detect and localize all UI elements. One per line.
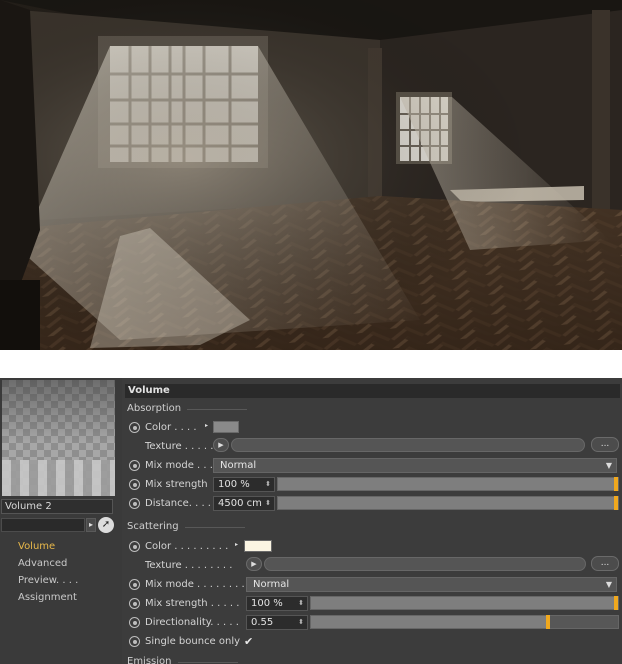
scattering-color-label: Color . . . . . . . . .: [145, 541, 229, 552]
absorption-texture-more-button[interactable]: ...: [591, 437, 619, 452]
spinner-icon[interactable]: ⬍: [298, 597, 304, 610]
swatch-arrow-icon[interactable]: ▸: [205, 422, 208, 429]
nav-item-assignment[interactable]: Assignment: [18, 589, 78, 606]
slider-handle[interactable]: [614, 596, 618, 610]
spinner-icon[interactable]: ⬍: [265, 497, 271, 510]
absorption-texture-field[interactable]: [231, 438, 585, 452]
slider-fill: [311, 616, 551, 628]
scattering-color-swatch[interactable]: [244, 540, 272, 552]
animate-radio-icon[interactable]: [129, 598, 140, 609]
animate-radio-icon[interactable]: [129, 579, 140, 590]
absorption-heading-label: Absorption: [127, 403, 182, 414]
spinner-icon[interactable]: ⬍: [265, 478, 271, 491]
absorption-texture-row: Texture . . . . .: [129, 438, 213, 455]
scattering-texture-more-button[interactable]: ...: [591, 556, 619, 571]
scattering-texture-label: Texture . . . . . . . .: [145, 560, 233, 571]
material-properties: Volume Absorption Color . . . . ▸ Textur…: [125, 378, 622, 664]
path-arrow-button[interactable]: ▸: [86, 518, 96, 532]
absorption-color-label: Color . . . .: [145, 422, 197, 433]
single-bounce-checkbox[interactable]: ✔: [244, 635, 253, 648]
section-divider: [184, 526, 245, 528]
slider-handle[interactable]: [614, 477, 618, 491]
scattering-texture-field[interactable]: [264, 557, 586, 571]
absorption-mix-mode-value: Normal: [220, 460, 257, 471]
absorption-distance-label: Distance. . . .: [145, 498, 211, 509]
animate-radio-icon[interactable]: [129, 636, 140, 647]
chevron-down-icon: ▼: [605, 580, 612, 589]
absorption-distance-value: 4500 cm: [218, 498, 262, 509]
material-editor-panel: Volume 2 ▸ ➚ Volume Advanced Preview. . …: [0, 378, 622, 664]
scattering-directionality-value: 0.55: [251, 617, 274, 628]
absorption-texture-label: Texture . . . . .: [145, 441, 214, 452]
absorption-distance-row: Distance. . . .: [129, 495, 211, 512]
room-render-illustration: [0, 0, 622, 350]
absorption-color-swatch[interactable]: [213, 421, 239, 433]
spinner-icon[interactable]: ⬍: [298, 616, 304, 629]
material-path-field[interactable]: [1, 518, 85, 532]
scattering-single-bounce-row: Single bounce only ✔: [129, 633, 253, 650]
scattering-mix-strength-value: 100 %: [251, 598, 283, 609]
render-image: [0, 0, 622, 350]
material-sidebar: Volume 2 ▸ ➚ Volume Advanced Preview. . …: [0, 378, 122, 664]
absorption-mix-mode-label: Mix mode . . .: [145, 460, 213, 471]
scattering-mix-mode-label: Mix mode . . . . . . . . .: [145, 579, 252, 590]
absorption-mix-strength-label: Mix strength: [145, 479, 208, 490]
scattering-color-row: Color . . . . . . . . .: [129, 538, 228, 555]
absorption-heading: Absorption: [127, 402, 248, 416]
absorption-color-row: Color . . . .: [129, 419, 197, 436]
emission-heading-label: Emission: [127, 656, 172, 664]
scattering-directionality-input[interactable]: 0.55 ⬍: [246, 615, 308, 630]
slider-fill: [311, 597, 618, 609]
absorption-mix-strength-row: Mix strength: [129, 476, 208, 493]
scattering-mix-strength-input[interactable]: 100 % ⬍: [246, 596, 308, 611]
animate-radio-icon[interactable]: [129, 617, 140, 628]
animate-radio-icon[interactable]: [129, 541, 140, 552]
animate-radio-icon[interactable]: [129, 498, 140, 509]
emission-heading: Emission: [127, 655, 238, 664]
nav-item-advanced[interactable]: Advanced: [18, 555, 78, 572]
single-bounce-label: Single bounce only: [145, 636, 241, 647]
scattering-mix-strength-row: Mix strength . . . . .: [129, 595, 239, 612]
panel-title: Volume: [125, 384, 620, 398]
preview-shade: [2, 380, 115, 496]
scattering-heading-label: Scattering: [127, 521, 179, 532]
animate-radio-icon[interactable]: [129, 422, 140, 433]
absorption-mix-strength-slider[interactable]: [277, 477, 619, 491]
material-nav: Volume Advanced Preview. . . . Assignmen…: [18, 538, 78, 606]
slider-fill: [278, 478, 618, 490]
scattering-texture-row: Texture . . . . . . . .: [129, 557, 232, 574]
texture-play-button[interactable]: ▶: [246, 557, 262, 571]
scattering-directionality-label: Directionality. . . . .: [145, 617, 239, 628]
material-name-field[interactable]: Volume 2: [1, 499, 113, 514]
absorption-mix-mode-row: Mix mode . . .: [129, 457, 213, 474]
section-divider: [177, 661, 238, 663]
scattering-directionality-row: Directionality. . . . .: [129, 614, 239, 631]
scattering-mix-strength-label: Mix strength . . . . .: [145, 598, 240, 609]
nav-item-volume[interactable]: Volume: [18, 538, 78, 555]
slider-fill: [278, 497, 618, 509]
material-preview: [2, 380, 115, 496]
slider-handle[interactable]: [614, 496, 618, 510]
animate-radio-icon[interactable]: [129, 460, 140, 471]
texture-play-button[interactable]: ▶: [213, 438, 229, 452]
scattering-mix-mode-value: Normal: [253, 579, 290, 590]
absorption-distance-input[interactable]: 4500 cm ⬍: [213, 496, 275, 511]
swatch-arrow-icon[interactable]: ▸: [235, 541, 238, 548]
scattering-mix-mode-row: Mix mode . . . . . . . . .: [129, 576, 251, 593]
absorption-mix-strength-value: 100 %: [218, 479, 250, 490]
scattering-directionality-slider[interactable]: [310, 615, 619, 629]
section-divider: [187, 408, 248, 410]
absorption-mix-mode-dropdown[interactable]: Normal ▼: [213, 458, 617, 473]
scattering-mix-mode-dropdown[interactable]: Normal ▼: [246, 577, 617, 592]
absorption-distance-slider[interactable]: [277, 496, 619, 510]
scattering-mix-strength-slider[interactable]: [310, 596, 619, 610]
nav-item-preview[interactable]: Preview. . . .: [18, 572, 78, 589]
picker-arrow-icon[interactable]: ➚: [98, 517, 114, 533]
chevron-down-icon: ▼: [605, 461, 612, 470]
scattering-heading: Scattering: [127, 520, 245, 534]
absorption-mix-strength-input[interactable]: 100 % ⬍: [213, 477, 275, 492]
slider-handle[interactable]: [546, 615, 551, 629]
animate-radio-icon[interactable]: [129, 479, 140, 490]
